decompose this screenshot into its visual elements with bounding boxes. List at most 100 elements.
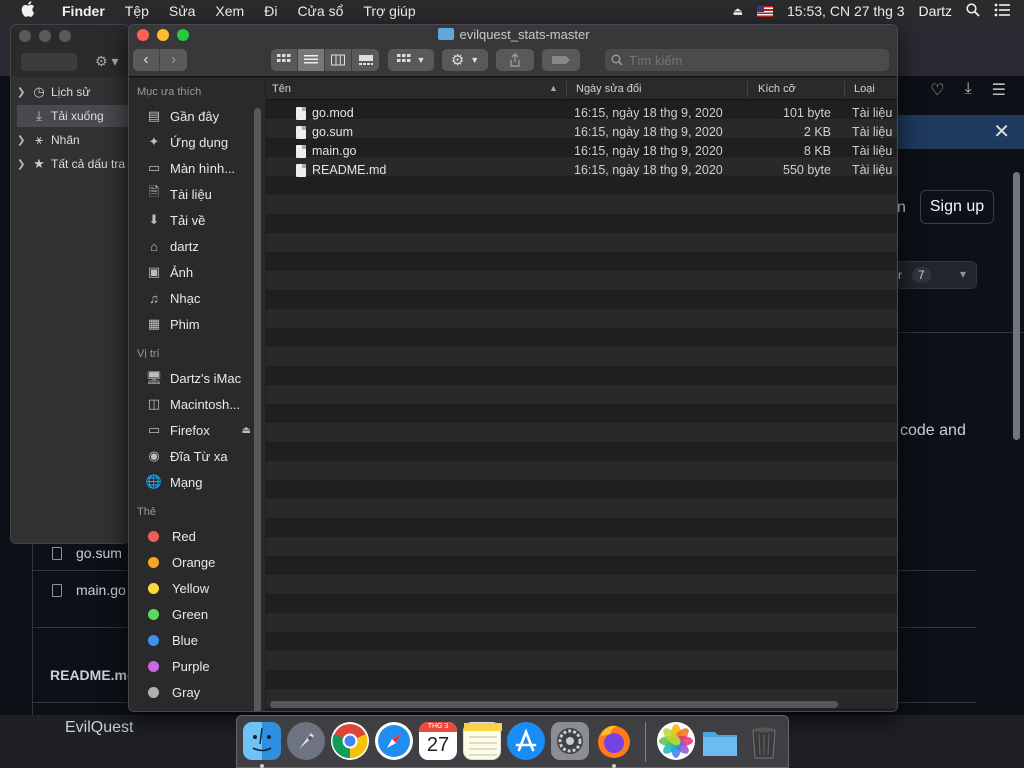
star-button[interactable]: r 7 ▾ — [895, 261, 977, 289]
action-button[interactable]: ⚙ ▼ — [442, 49, 488, 71]
library-item-tags[interactable]: ❯ ⚹ Nhãn — [17, 129, 131, 151]
scrollbar[interactable] — [1013, 172, 1020, 440]
dock-notes-icon[interactable] — [463, 722, 502, 760]
file-link[interactable]: main.go — [76, 582, 126, 598]
chevron-right-icon[interactable]: ❯ — [17, 159, 27, 170]
file-row[interactable]: go.mod 16:15, ngày 18 thg 9, 2020 101 by… — [266, 104, 897, 123]
tag-dot-icon — [148, 582, 159, 594]
dock-safari-icon[interactable] — [375, 722, 413, 760]
back-forward-button[interactable] — [21, 53, 77, 71]
spotlight-icon[interactable] — [966, 2, 980, 20]
dock-photos-icon[interactable] — [657, 722, 695, 760]
sidebar-tag-blue[interactable]: Blue — [145, 629, 261, 651]
menu-view[interactable]: Xem — [205, 3, 254, 19]
sidebar-scrollbar[interactable] — [254, 108, 261, 711]
sidebar-item-recents[interactable]: ▤ Gần đây — [145, 105, 261, 127]
input-source-flag-icon[interactable] — [757, 5, 774, 17]
file-link[interactable]: go.sum — [76, 545, 122, 561]
menu-edit[interactable]: Sửa — [159, 3, 206, 19]
list-item[interactable]: go.sum — [52, 545, 122, 561]
sidebar-tag-green[interactable]: Green — [145, 603, 261, 625]
notification-center-icon[interactable] — [994, 3, 1010, 20]
search-field[interactable] — [605, 49, 889, 71]
chevron-down-icon[interactable]: ▾ — [960, 267, 966, 281]
menu-finder[interactable]: Finder — [52, 3, 115, 19]
file-row[interactable]: go.sum 16:15, ngày 18 thg 9, 2020 2 KB T… — [266, 123, 897, 142]
sign-up-button[interactable]: Sign up — [920, 190, 994, 224]
sidebar-item-home[interactable]: ⌂ dartz — [145, 235, 261, 257]
sidebar-item-firefox-volume[interactable]: ▭ Firefox ⏏ — [145, 419, 261, 441]
close-icon[interactable]: ✕ — [993, 119, 1010, 144]
sidebar-item-network[interactable]: 🌐 Mạng — [145, 471, 261, 493]
sidebar-item-desktop[interactable]: ▭ Màn hình... — [145, 157, 261, 179]
forward-button[interactable]: › — [160, 49, 187, 71]
chevron-right-icon[interactable]: ❯ — [17, 135, 27, 146]
minimize-window-button[interactable] — [39, 30, 51, 42]
sidebar-item-documents[interactable]: 🗎 Tài liệu — [145, 183, 261, 205]
pocket-icon[interactable]: ♡ — [930, 80, 944, 100]
dock-finder-icon[interactable] — [243, 722, 281, 760]
gallery-view-button[interactable] — [352, 49, 379, 71]
close-window-button[interactable] — [19, 30, 31, 42]
apple-menu-icon[interactable] — [18, 1, 38, 21]
group-by-button[interactable]: ▼ — [388, 49, 434, 71]
zoom-window-button[interactable] — [59, 30, 71, 42]
sidebar-item-music[interactable]: ♫ Nhạc — [145, 287, 261, 309]
hamburger-menu-icon[interactable]: ☰ — [992, 80, 1006, 100]
file-row[interactable]: README.md 16:15, ngày 18 thg 9, 2020 550… — [266, 161, 897, 180]
dock-app-store-icon[interactable] — [507, 722, 545, 760]
horizontal-scrollbar[interactable] — [270, 701, 838, 708]
sidebar-tag-yellow[interactable]: Yellow — [145, 577, 261, 599]
dock-calendar-icon[interactable]: THG 3 27 — [419, 722, 457, 760]
dock-folder-icon[interactable] — [701, 722, 739, 760]
sidebar-tag-purple[interactable]: Purple — [145, 655, 261, 677]
column-date-header[interactable]: Ngày sửa đổi — [576, 83, 641, 95]
share-button[interactable] — [496, 49, 534, 71]
library-item-history[interactable]: ❯ ◷ Lịch sử — [17, 81, 131, 103]
search-input[interactable] — [627, 51, 867, 69]
dock-chrome-icon[interactable] — [331, 722, 369, 760]
dock-launchpad-icon[interactable] — [287, 722, 325, 760]
list-item[interactable]: main.go — [52, 582, 126, 598]
sidebar-tag-red[interactable]: Red — [145, 525, 261, 547]
sidebar-item-downloads[interactable]: ⬇ Tải về — [145, 209, 261, 231]
column-view-button[interactable] — [325, 49, 352, 71]
menu-window[interactable]: Cửa sổ — [287, 3, 353, 19]
file-row[interactable]: main.go 16:15, ngày 18 thg 9, 2020 8 KB … — [266, 142, 897, 161]
list-view-button[interactable] — [298, 49, 325, 71]
column-name-header[interactable]: Tên — [272, 83, 291, 95]
dock-trash-icon[interactable] — [745, 722, 783, 760]
sidebar-item-pictures[interactable]: ▣ Ảnh — [145, 261, 261, 283]
drive-icon: ▭ — [147, 422, 161, 437]
sidebar-item-remote-disc[interactable]: ◉ Đĩa Từ xa — [145, 445, 261, 467]
sidebar-tag-orange[interactable]: Orange — [145, 551, 261, 573]
eject-icon[interactable]: ⏏ — [733, 5, 743, 18]
sidebar-item-movies[interactable]: ▦ Phim — [145, 313, 261, 335]
divider — [896, 332, 1024, 333]
sidebar-tag-gray[interactable]: Gray — [145, 681, 261, 703]
library-item-downloads[interactable]: ⤓ Tải xuống — [17, 105, 131, 127]
back-button[interactable]: ‹ — [133, 49, 160, 71]
edit-tags-button[interactable] — [542, 49, 580, 71]
downloads-icon[interactable]: ⤓ — [965, 80, 972, 100]
column-kind-header[interactable]: Loại — [854, 83, 875, 95]
clock[interactable]: 15:53, CN 27 thg 3 — [787, 3, 905, 19]
sidebar-item-applications[interactable]: ✦ Ứng dụng — [145, 131, 261, 153]
column-size-header[interactable]: Kích cỡ — [758, 83, 796, 95]
user-name[interactable]: Dartz — [919, 3, 952, 19]
music-icon: ♫ — [149, 290, 159, 306]
sidebar-item-imac[interactable]: 🖥 Dartz's iMac — [145, 367, 261, 389]
sidebar-item-macintosh-hd[interactable]: ◫ Macintosh... — [145, 393, 261, 415]
finder-sidebar: Mục ưa thích ▤ Gần đây ✦ Ứng dụng ▭ Màn hìn… — [129, 78, 265, 711]
menu-help[interactable]: Trợ giúp — [353, 3, 425, 19]
sort-ascending-icon[interactable]: ▲ — [549, 83, 558, 93]
dock-firefox-icon[interactable] — [595, 722, 633, 760]
dock-system-preferences-icon[interactable] — [551, 722, 589, 760]
gear-icon[interactable]: ⚙ ▾ — [95, 53, 118, 70]
menu-go[interactable]: Đi — [254, 3, 287, 19]
library-item-all-bookmarks[interactable]: ❯ ★ Tất cả dấu tra — [17, 153, 131, 175]
eject-icon[interactable]: ⏏ — [242, 425, 251, 436]
menu-file[interactable]: Tệp — [115, 3, 159, 19]
chevron-right-icon[interactable]: ❯ — [17, 87, 27, 98]
icon-view-button[interactable] — [271, 49, 298, 71]
